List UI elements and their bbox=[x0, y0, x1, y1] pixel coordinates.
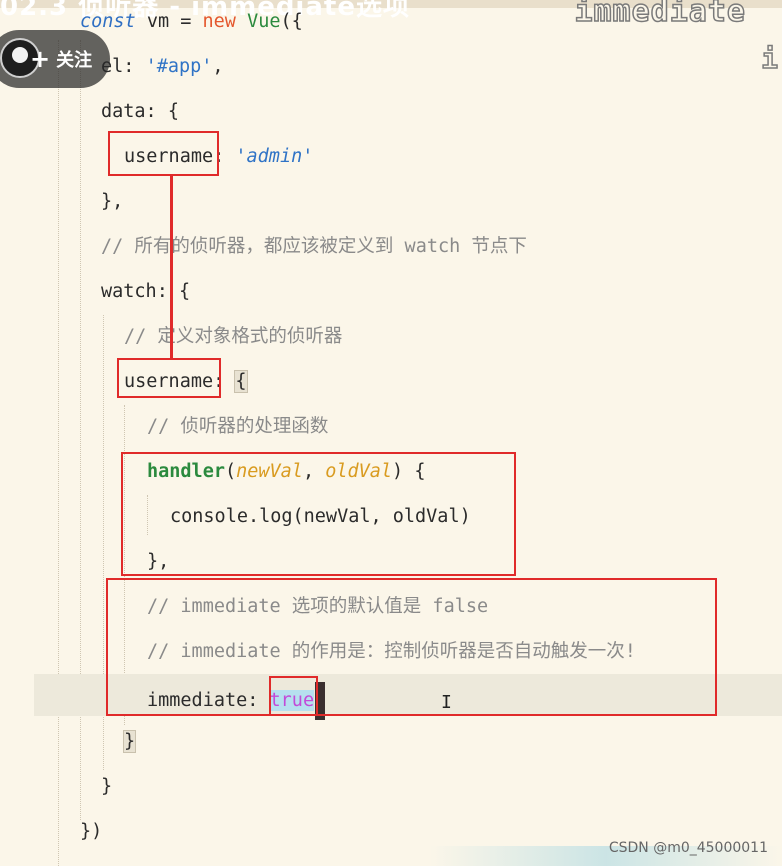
username-value: 'admin' bbox=[235, 146, 314, 167]
watch-brace: { bbox=[178, 281, 191, 302]
comment-watch-note: // 所有的侦听器，都应该被定义到 watch 节点下 bbox=[101, 236, 527, 257]
code-line-17[interactable]: } bbox=[122, 728, 137, 756]
code-line-18[interactable]: } bbox=[101, 773, 112, 801]
follow-widget[interactable]: + 关注 bbox=[0, 30, 110, 88]
code-editor[interactable]: 02.3 侦听器 - immediate选项 immediate i const… bbox=[0, 0, 782, 866]
comma: , bbox=[212, 56, 224, 77]
vue-close: }) bbox=[80, 821, 103, 842]
code-line-5[interactable]: }, bbox=[101, 188, 123, 216]
annotation-box-watch-username bbox=[117, 358, 221, 398]
data-close: }, bbox=[101, 191, 124, 212]
watch-key: watch: bbox=[101, 281, 179, 302]
annotation-box-data-username bbox=[108, 131, 219, 176]
annotation-box-immediate bbox=[106, 578, 717, 716]
watermark-letter: i bbox=[760, 41, 778, 76]
code-line-3[interactable]: data: { bbox=[101, 98, 179, 126]
comment-object-watcher: // 定义对象格式的侦听器 bbox=[124, 326, 343, 347]
code-line-8-comment[interactable]: // 定义对象格式的侦听器 bbox=[124, 323, 342, 351]
watermark-text: immediate bbox=[574, 0, 746, 30]
code-line-7[interactable]: watch: { bbox=[101, 278, 190, 306]
code-line-1[interactable]: const vm = new Vue({ bbox=[80, 8, 303, 36]
avatar-icon bbox=[12, 47, 28, 63]
new-keyword: new bbox=[202, 11, 236, 32]
el-value: '#app' bbox=[145, 56, 213, 77]
const-keyword: const bbox=[80, 11, 136, 32]
open-paren: ({ bbox=[280, 11, 303, 32]
plus-icon: + bbox=[30, 45, 51, 73]
code-line-2[interactable]: el: '#app', bbox=[101, 53, 224, 81]
var-name: vm = bbox=[135, 11, 203, 32]
follow-label: 关注 bbox=[56, 50, 93, 71]
csdn-credit: CSDN @m0_45000011 bbox=[608, 840, 768, 856]
watcher-close-brace: } bbox=[122, 730, 137, 753]
annotation-box-handler bbox=[121, 452, 516, 576]
watch-close-brace: } bbox=[101, 776, 113, 797]
code-line-19[interactable]: }) bbox=[80, 818, 102, 846]
comment-handler: // 侦听器的处理函数 bbox=[147, 416, 329, 437]
code-line-10-comment[interactable]: // 侦听器的处理函数 bbox=[147, 413, 328, 441]
annotation-box-true-value bbox=[269, 676, 318, 716]
indent-guide bbox=[58, 40, 59, 866]
follow-button[interactable]: + 关注 bbox=[30, 30, 92, 88]
annotation-connector-line bbox=[170, 176, 173, 358]
vue-class: Vue bbox=[235, 11, 281, 32]
mouse-ibeam-cursor: I bbox=[441, 692, 452, 713]
matched-brace: { bbox=[234, 370, 248, 393]
data-key: data: { bbox=[101, 101, 179, 122]
code-line-6-comment[interactable]: // 所有的侦听器，都应该被定义到 watch 节点下 bbox=[101, 233, 527, 261]
